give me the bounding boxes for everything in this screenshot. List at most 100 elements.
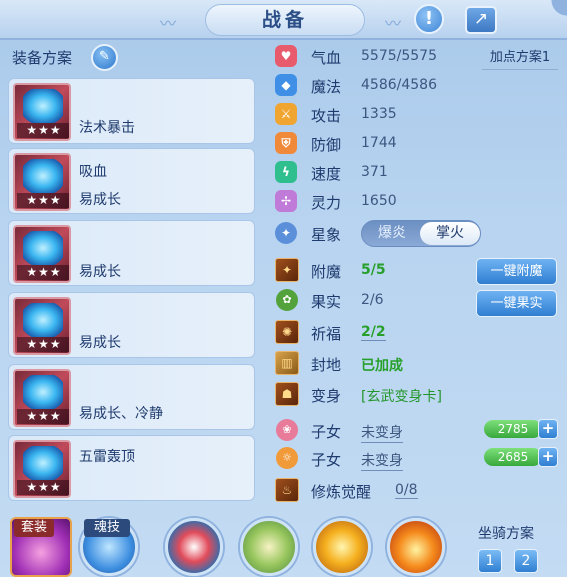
star-rating: ★★★	[17, 337, 69, 352]
child2-points: 2685	[484, 448, 542, 466]
share-button[interactable]: ↗	[465, 6, 497, 34]
stat-hp-label: 气血	[311, 49, 342, 67]
equip-slot-5[interactable]: ★★★ 易成长、冷静	[8, 364, 255, 430]
stat-spirit-value: 1650	[361, 193, 397, 209]
cultivation-icon: ♨	[275, 478, 299, 502]
equip-thumbnail: ★★★	[13, 297, 71, 355]
fief-value: 已加成	[361, 358, 403, 374]
skill-slot-2[interactable]	[240, 518, 298, 576]
stat-mp-label: 魔法	[311, 78, 342, 96]
equip-thumbnail: ★★★	[13, 440, 71, 498]
equip-thumbnail: ★★★	[13, 369, 71, 427]
star-option-explosive[interactable]: 爆炎	[362, 221, 422, 246]
star-sign-icon: ✦	[275, 222, 297, 244]
set-label: 套装	[14, 519, 54, 537]
share-icon: ↗	[473, 9, 489, 29]
cloud-ornament-right-icon: 〰	[385, 14, 402, 33]
skill-slot-1[interactable]	[165, 518, 223, 576]
equip-trait: 吸血	[79, 164, 107, 180]
equip-trait: 易成长、冷静	[79, 406, 163, 422]
cloud-ornament-left-icon: 〰	[160, 14, 177, 33]
mount-plan-label: 坐骑方案	[478, 526, 534, 542]
child1-points: 2785	[484, 420, 542, 438]
equip-thumbnail: ★★★	[13, 153, 71, 211]
transform-label: 变身	[311, 387, 342, 405]
helmet-icon	[23, 159, 63, 193]
transform-card-link[interactable]: [玄武变身卡]	[361, 386, 442, 406]
plus-icon: +	[541, 447, 555, 465]
armor-icon	[23, 231, 63, 265]
equip-slot-4[interactable]: ★★★ 易成长	[8, 292, 255, 358]
stat-attack-label: 攻击	[311, 107, 342, 125]
equip-trait: 五雷轰顶	[79, 449, 135, 465]
equip-trait-2: 易成长	[79, 192, 121, 208]
fief-icon: ▥	[275, 351, 299, 375]
star-option-palm-fire[interactable]: 掌火	[420, 222, 480, 245]
child-icon: ☼	[276, 447, 298, 469]
stat-defense-value: 1744	[361, 135, 397, 151]
mount-plan-2-button[interactable]: 2	[514, 549, 538, 573]
equip-thumbnail: ★★★	[13, 225, 71, 283]
equip-plan-label: 装备方案	[12, 49, 73, 67]
stat-hp-value: 5575/5575	[361, 48, 437, 64]
add-point-plan-button[interactable]: 加点方案1	[482, 45, 558, 70]
stat-spirit-label: 灵力	[311, 194, 342, 212]
stat-speed-label: 速度	[311, 165, 342, 183]
star-rating: ★★★	[17, 409, 69, 424]
child-icon: ❀	[276, 419, 298, 441]
awaken-value[interactable]: 0/8	[395, 482, 418, 499]
equip-thumbnail: ★★★	[13, 83, 71, 141]
skill-slot-4[interactable]	[387, 518, 445, 576]
edit-plan-button[interactable]: ✎	[91, 44, 118, 71]
equip-trait: 法术暴击	[79, 120, 135, 136]
one-click-enchant-button[interactable]: 一键附魔	[476, 258, 557, 285]
equip-trait: 易成长	[79, 264, 121, 280]
child2-label: 子女	[311, 451, 342, 469]
spirit-icon: ✢	[275, 190, 297, 212]
equip-trait: 易成长	[79, 335, 121, 351]
stat-mp-value: 4586/4586	[361, 77, 437, 93]
enchant-value: 5/5	[361, 262, 386, 278]
equip-slot-1[interactable]: ★★★ 法术暴击	[8, 78, 255, 144]
enchant-label: 附魔	[311, 263, 342, 281]
blessing-label: 祈福	[311, 325, 342, 343]
stat-speed-value: 371	[361, 164, 388, 180]
fruit-icon: ✿	[276, 289, 298, 311]
belt-icon	[23, 375, 63, 409]
equip-slot-3[interactable]: ★★★ 易成长	[8, 220, 255, 286]
child1-status[interactable]: 未变身	[361, 422, 403, 443]
corner-ornament	[549, 0, 567, 18]
plus-icon: +	[541, 419, 555, 437]
title-bar: 〰 战备 〰 ! ↗	[0, 0, 567, 40]
boots-icon	[23, 446, 63, 480]
star-rating: ★★★	[17, 480, 69, 495]
equip-slot-2[interactable]: ★★★ 吸血 易成长	[8, 148, 255, 214]
blessing-value[interactable]: 2/2	[361, 324, 386, 341]
speed-icon: ϟ	[275, 161, 297, 183]
star-rating: ★★★	[17, 265, 69, 280]
heart-icon: ♥	[275, 45, 297, 67]
child2-status[interactable]: 未变身	[361, 450, 403, 471]
mount-plan-1-button[interactable]: 1	[478, 549, 502, 573]
help-button[interactable]: !	[414, 4, 444, 34]
star-rating: ★★★	[17, 123, 69, 138]
fruit-value: 2/6	[361, 292, 384, 308]
equip-slot-6[interactable]: ★★★ 五雷轰顶	[8, 435, 255, 501]
fief-label: 封地	[311, 356, 342, 374]
transform-icon: ☗	[275, 382, 299, 406]
attack-icon: ⚔	[275, 103, 297, 125]
mana-icon: ◆	[275, 74, 297, 96]
child2-add-button[interactable]: +	[538, 447, 558, 467]
child1-label: 子女	[311, 423, 342, 441]
necklace-icon	[23, 303, 63, 337]
skill-slot-3[interactable]	[313, 518, 371, 576]
one-click-fruit-button[interactable]: 一键果实	[476, 290, 557, 317]
stat-defense-label: 防御	[311, 136, 342, 154]
page-title: 战备	[205, 4, 365, 36]
child1-add-button[interactable]: +	[538, 419, 558, 439]
star-sign-label: 星象	[311, 226, 342, 244]
enchant-icon: ✦	[275, 258, 299, 282]
star-sign-toggle[interactable]: 爆炎 掌火	[361, 220, 481, 247]
fruit-label: 果实	[311, 293, 342, 311]
soul-skill-label: 魂技	[84, 519, 130, 537]
